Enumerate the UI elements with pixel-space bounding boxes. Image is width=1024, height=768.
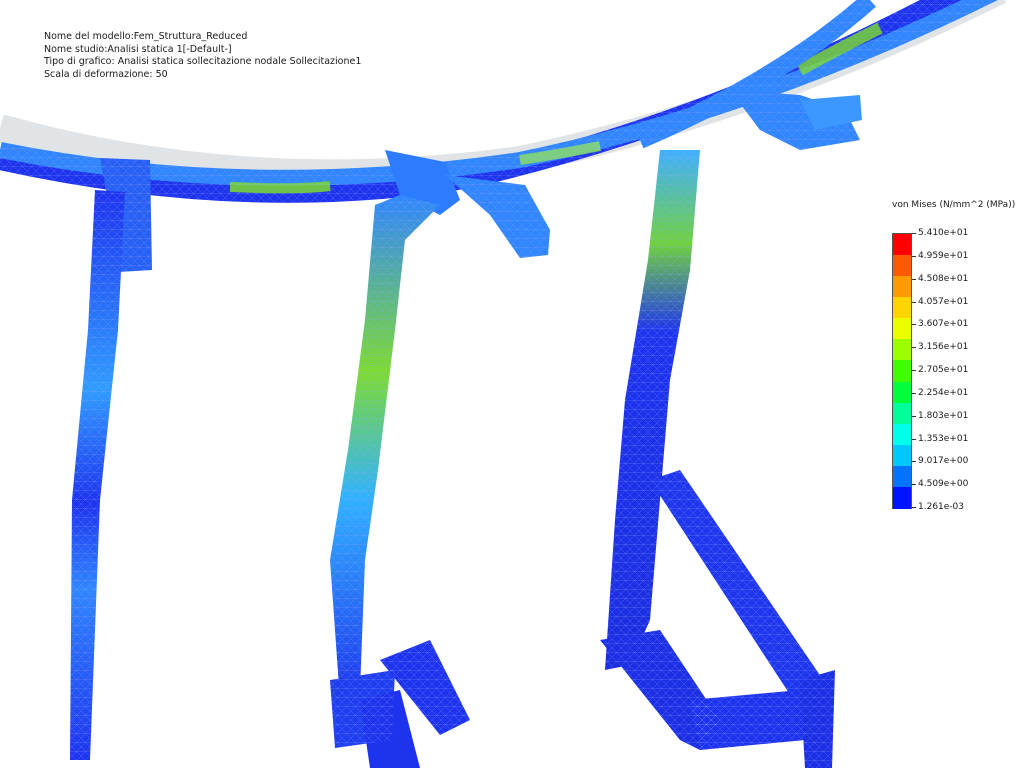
legend-tick-label: 9.017e+00 (918, 456, 969, 467)
legend-tick (912, 347, 916, 349)
legend-tick (912, 461, 916, 463)
legend-swatch (893, 234, 911, 256)
legend-tick-label: 3.607e+01 (918, 319, 969, 330)
legend-tick (912, 278, 916, 280)
deformation-scale-text: Scala di deformazione: 50 (44, 68, 168, 80)
legend-tick-label: 4.057e+01 (918, 296, 969, 307)
column-left (70, 190, 125, 760)
column-middle (330, 195, 470, 768)
legend-tick (912, 438, 916, 440)
legend-tick (912, 392, 916, 394)
legend-swatch (893, 297, 911, 320)
fem-viewport[interactable] (0, 0, 1024, 768)
legend-tick-label: 4.508e+01 (918, 273, 969, 284)
legend-swatch (893, 276, 911, 299)
legend-tick-label: 3.156e+01 (918, 342, 969, 353)
model-name-text: Nome del modello:Fem_Struttura_Reduced (44, 31, 248, 42)
legend-tick-label: 5.410e+01 (918, 228, 969, 238)
legend-tick (912, 233, 916, 234)
legend-title: von Mises (N/mm^2 (MPa)) (892, 200, 1016, 210)
legend-swatch (893, 465, 911, 488)
legend-swatch (893, 318, 911, 341)
legend-swatch (893, 486, 911, 509)
legend-tick-label: 2.254e+01 (918, 387, 969, 398)
legend-tick (912, 484, 916, 486)
legend-tick-label: 1.353e+01 (918, 433, 969, 444)
legend-swatch (893, 255, 911, 278)
legend-tick-label: 4.959e+01 (918, 250, 969, 261)
legend-tick-label: 1.803e+01 (918, 410, 969, 421)
legend-tick (912, 255, 916, 257)
legend-tick-label: 2.705e+01 (918, 365, 969, 375)
legend-swatch (893, 360, 911, 383)
study-name-text: Nome studio:Analisi statica 1[-Default-] (44, 43, 232, 55)
legend-tick (912, 370, 916, 371)
legend-tick-label: 1.261e-03 (918, 502, 965, 512)
plot-info-panel: Nome del modello:Fem_Struttura_Reduced N… (44, 31, 361, 81)
legend-swatch (893, 339, 911, 362)
legend-tick (912, 507, 916, 508)
column-right (600, 150, 835, 768)
legend-tick (912, 415, 916, 417)
legend-tick (912, 324, 916, 326)
legend-swatch (893, 402, 911, 425)
legend-tick (912, 301, 916, 303)
legend-color-bar (892, 233, 912, 509)
legend-swatch (893, 423, 911, 446)
plot-type-text: Tipo di grafico: Analisi statica solleci… (44, 56, 362, 68)
legend-tick-label: 4.509e+00 (918, 479, 969, 490)
legend-swatch (893, 381, 911, 404)
legend-swatch (893, 444, 911, 467)
